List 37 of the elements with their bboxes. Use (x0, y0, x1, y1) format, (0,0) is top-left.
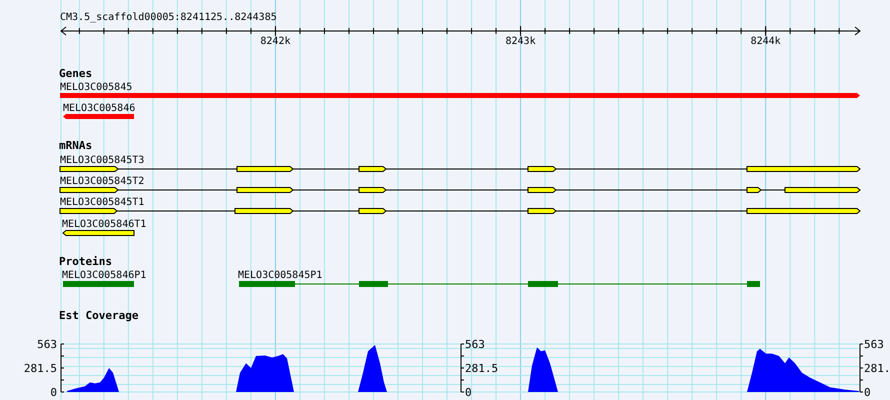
ruler-tick-label: 8243k (506, 36, 536, 47)
coverage-peak (358, 344, 387, 392)
coverage-peak (67, 368, 119, 392)
track-title: Est Coverage (59, 310, 138, 322)
transcript-drawing[interactable] (60, 166, 861, 172)
ruler-tick-label: 8244k (750, 36, 781, 47)
coverage-axis (860, 344, 864, 392)
gene-label[interactable]: MELO3C005845 (60, 82, 132, 93)
transcript-label[interactable]: MELO3C005845T1 (60, 197, 144, 208)
coverage-peak (528, 347, 558, 392)
axis-min-label: 0 (50, 386, 57, 399)
axis-max-label: 563 (864, 338, 884, 351)
transcript-drawing[interactable] (62, 230, 134, 236)
axis-min-label: 0 (864, 386, 871, 399)
axis-max-label: 563 (37, 338, 57, 351)
gene-label[interactable]: MELO3C005846 (63, 103, 136, 114)
coverage-peak (236, 354, 294, 392)
axis-max-label: 563 (465, 338, 485, 351)
transcript-label[interactable]: MELO3C005845T3 (60, 155, 144, 166)
transcript-drawing[interactable] (60, 187, 861, 193)
axis-mid-label: 281.5 (465, 362, 498, 375)
location-label: CM3.5_scaffold00005:8241125..8244385 (60, 12, 278, 24)
coverage-axis (460, 344, 464, 392)
protein-label[interactable]: MELO3C005845P1 (238, 270, 322, 281)
axis-mid-label: 281. (864, 362, 890, 375)
transcript-label[interactable]: MELO3C005846T1 (62, 219, 146, 230)
track-title: mRNAs (59, 140, 92, 152)
transcript-drawing[interactable] (60, 208, 861, 214)
axis-min-label: 0 (465, 386, 472, 399)
track-title: Proteins (59, 256, 112, 268)
coverage-axis (60, 344, 64, 392)
track-title: Genes (59, 68, 92, 80)
protein-label[interactable]: MELO3C005846P1 (62, 270, 146, 281)
transcript-label[interactable]: MELO3C005845T2 (60, 176, 144, 187)
ruler-tick-label: 8242k (260, 36, 290, 47)
protein-drawing[interactable] (238, 281, 760, 287)
axis-mid-label: 281.5 (24, 362, 57, 375)
